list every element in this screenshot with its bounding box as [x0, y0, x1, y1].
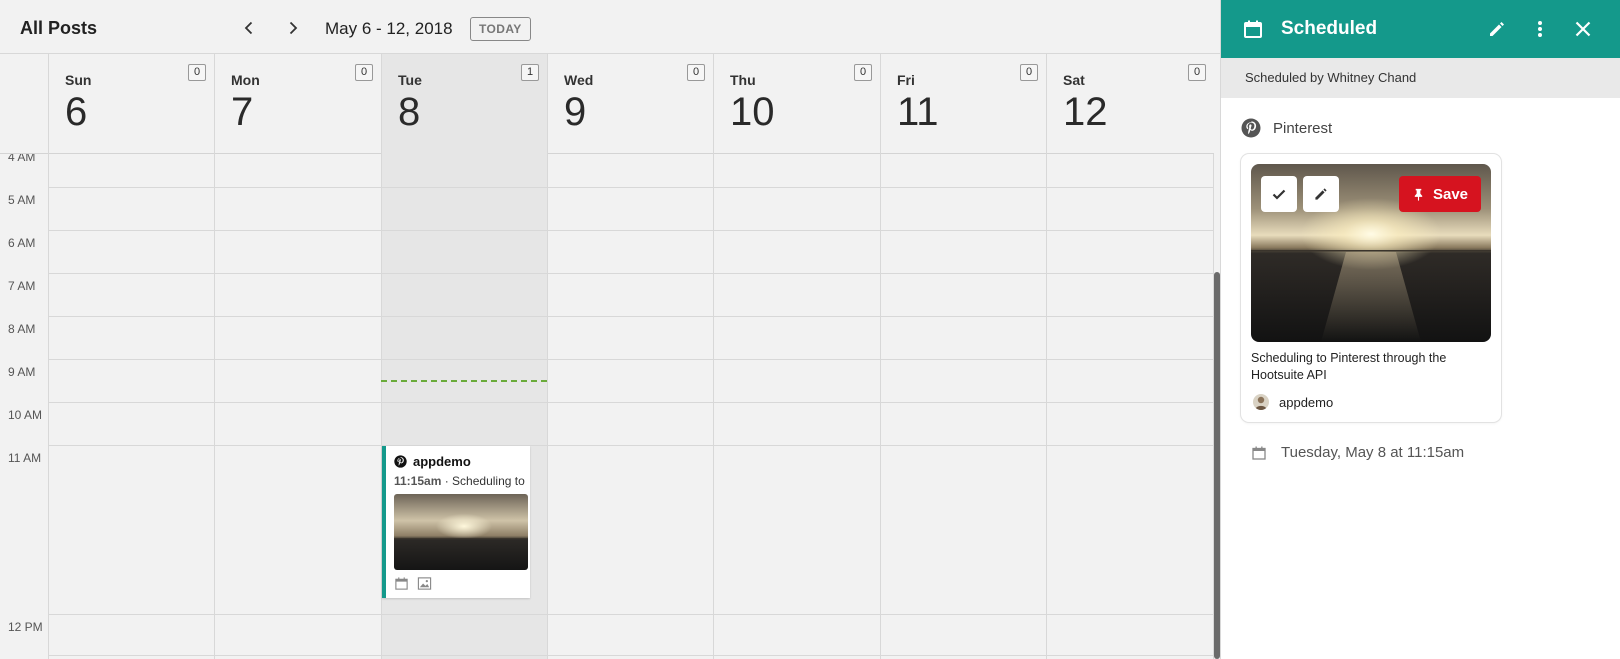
hour-line [48, 230, 1214, 231]
close-icon [1575, 21, 1591, 37]
author-name: appdemo [1279, 394, 1334, 410]
hour-line [48, 316, 1214, 317]
more-options-button[interactable] [1528, 17, 1552, 41]
hour-line [48, 359, 1214, 360]
day-header-mon[interactable]: Mon 7 0 [214, 54, 381, 154]
day-header-fri[interactable]: Fri 11 0 [880, 54, 1046, 154]
hour-label: 10 AM [8, 408, 43, 422]
day-name: Wed [564, 72, 594, 88]
edit-pin-button[interactable] [1303, 176, 1339, 212]
calendar-toolbar: All Posts May 6 - 12, 2018 TODAY [0, 0, 1220, 54]
day-number: 7 [231, 90, 254, 134]
chevron-right-icon [289, 21, 298, 35]
save-label: Save [1432, 185, 1469, 203]
check-icon [1272, 189, 1286, 200]
edit-button[interactable] [1485, 17, 1509, 41]
pin-author: appdemo [1253, 394, 1333, 410]
save-pin-button[interactable]: Save [1399, 176, 1481, 212]
hour-label: 11 AM [8, 451, 42, 465]
day-number: 6 [65, 90, 88, 134]
day-number: 9 [564, 90, 587, 134]
post-count-badge: 0 [188, 64, 206, 81]
hour-label: 7 AM [8, 279, 36, 293]
pencil-icon [1490, 22, 1504, 36]
pin-preview-card: Save Scheduling to Pinterest through the… [1241, 154, 1501, 422]
pin-description: Scheduling to Pinterest through the Hoot… [1251, 351, 1447, 382]
day-header-wed[interactable]: Wed 9 0 [547, 54, 713, 154]
day-header-thu[interactable]: Thu 10 0 [713, 54, 880, 154]
scheduled-by-text: Scheduled by Whitney Chand [1221, 58, 1620, 98]
day-header-tue[interactable]: Tue 8 1 [381, 54, 547, 154]
date-range: May 6 - 12, 2018 [325, 19, 453, 38]
prev-week-button[interactable] [237, 16, 261, 40]
network-row: Pinterest [1241, 118, 1332, 138]
current-time-indicator [381, 380, 547, 382]
today-button[interactable]: TODAY [470, 17, 531, 41]
panel-header: Scheduled [1221, 0, 1620, 58]
hour-line [48, 614, 1214, 615]
day-name: Fri [897, 72, 915, 88]
day-number: 10 [730, 90, 775, 134]
pencil-icon [1315, 188, 1327, 200]
approve-button[interactable] [1261, 176, 1297, 212]
post-account: appdemo [394, 454, 471, 469]
hour-line [48, 273, 1214, 274]
close-panel-button[interactable] [1571, 17, 1595, 41]
post-thumbnail [394, 494, 528, 570]
calendar-icon [1244, 20, 1262, 38]
post-meta-icons [394, 576, 432, 591]
post-count-badge: 0 [1188, 64, 1206, 81]
scheduled-time-text: Tuesday, May 8 at 11:15am [1281, 444, 1465, 461]
pin-image: Save [1251, 164, 1491, 342]
pushpin-icon [1414, 188, 1423, 201]
scheduled-post-card[interactable]: appdemo 11:15am · Scheduling to Pinteres… [382, 446, 530, 598]
day-name: Thu [730, 72, 756, 88]
panel-title: Scheduled [1281, 18, 1378, 39]
hour-line [48, 187, 1214, 188]
hour-label: 4 AM [8, 154, 36, 164]
hour-line [48, 445, 1214, 446]
hour-line [48, 655, 1214, 656]
pinterest-icon [394, 455, 407, 468]
post-count-badge: 1 [521, 64, 539, 81]
hour-label: 8 AM [8, 322, 36, 336]
hour-label: 5 AM [8, 193, 36, 207]
image-icon [417, 577, 432, 590]
day-number: 11 [897, 90, 939, 134]
day-name: Sun [65, 72, 92, 88]
hour-label: 6 AM [8, 236, 36, 250]
hour-label: 12 PM [8, 620, 43, 634]
day-header-sun[interactable]: Sun 6 0 [48, 54, 214, 154]
post-count-badge: 0 [854, 64, 872, 81]
post-count-badge: 0 [355, 64, 373, 81]
day-header-row: Sun 6 0 Mon 7 0 Tue 8 1 Wed 9 0 Thu 10 0… [0, 54, 1214, 154]
chevron-left-icon [244, 21, 253, 35]
network-name: Pinterest [1273, 119, 1333, 137]
calendar-icon [1252, 446, 1266, 460]
day-header-sat[interactable]: Sat 12 0 [1046, 54, 1214, 154]
pinterest-icon [1241, 118, 1261, 138]
more-vertical-icon [1538, 21, 1542, 37]
post-text: · Scheduling to Pinterest through the Ho… [444, 474, 528, 488]
post-count-badge: 0 [687, 64, 705, 81]
next-week-button[interactable] [281, 16, 305, 40]
day-number: 8 [398, 90, 421, 134]
post-count-badge: 0 [1020, 64, 1038, 81]
post-time: 11:15am [394, 474, 442, 488]
avatar [1253, 394, 1269, 410]
post-summary: 11:15am · Scheduling to Pinterest throug… [394, 474, 528, 488]
scheduled-time-row: Tuesday, May 8 at 11:15am [1251, 444, 1464, 461]
day-name: Tue [398, 72, 422, 88]
day-name: Mon [231, 72, 260, 88]
post-detail-panel: Scheduled Scheduled by Whitney Chand Pin… [1220, 0, 1620, 659]
calendar-icon [395, 577, 408, 590]
calendar-grid[interactable]: 4 AM 5 AM 6 AM 7 AM 8 AM 9 AM 10 AM 11 A… [0, 154, 1214, 659]
hour-line [48, 402, 1214, 403]
day-name: Sat [1063, 72, 1085, 88]
page-title: All Posts [20, 18, 98, 38]
post-account-name: appdemo [413, 454, 471, 469]
hour-label: 9 AM [8, 365, 36, 379]
day-number: 12 [1063, 90, 1108, 134]
